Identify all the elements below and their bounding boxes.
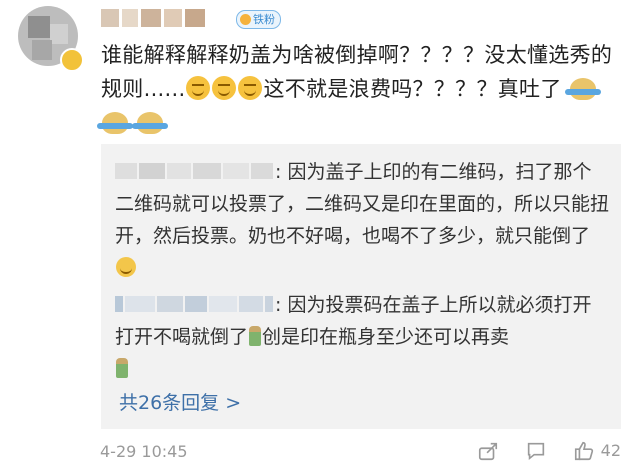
- fan-heart-icon: [240, 14, 251, 25]
- username-blurred[interactable]: [101, 9, 231, 27]
- laugh-emoji-icon: [116, 257, 136, 277]
- reply-text: 创是印在瓶身至少还可以再卖: [262, 326, 510, 348]
- shrug-emoji-icon: [564, 78, 601, 100]
- like-icon[interactable]: [573, 440, 595, 462]
- timestamp: 4-29 10:45: [100, 442, 188, 461]
- share-icon[interactable]: [477, 440, 499, 462]
- shrug-emoji-icon: [97, 112, 133, 134]
- like-count: 42: [600, 441, 621, 460]
- comment-text: 谁能解释解释奶盖为啥被倒掉啊？？？？没太懂选秀的规则...... 这不就是浪费吗？…: [97, 38, 621, 140]
- smile-emoji-icon: [238, 76, 263, 100]
- comment-text-part2: 这不就是浪费吗？？？？真吐了: [263, 77, 562, 101]
- smile-emoji-icon: [186, 76, 211, 100]
- bottle-emoji-icon: [249, 326, 262, 346]
- verified-badge-icon: [60, 48, 84, 72]
- reply-username-blurred[interactable]: [115, 294, 275, 316]
- fan-badge[interactable]: 铁粉: [236, 10, 281, 29]
- more-replies-link[interactable]: 共26条回复 >: [119, 389, 241, 417]
- fan-badge-label: 铁粉: [253, 13, 275, 26]
- action-bar: 42: [451, 440, 621, 462]
- reply-item[interactable]: : 因为投票码在盖子上所以就必须打开 打开不喝就倒了 创是印在瓶身至少还可以再卖: [115, 289, 610, 385]
- replies-panel: : 因为盖子上印的有二维码，扫了那个二维码就可以投票了，二维码又是印在里面的，所…: [101, 144, 621, 429]
- reply-item[interactable]: : 因为盖子上印的有二维码，扫了那个二维码就可以投票了，二维码又是印在里面的，所…: [115, 156, 610, 284]
- bottle-emoji-icon: [116, 358, 128, 378]
- reply-separator: :: [275, 161, 282, 183]
- comment-icon[interactable]: [525, 440, 547, 462]
- shrug-emoji-icon: [131, 112, 168, 134]
- reply-separator: :: [275, 294, 282, 316]
- smile-emoji-icon: [212, 76, 237, 100]
- reply-username-blurred[interactable]: [115, 161, 275, 183]
- comment-card: 铁粉 谁能解释解释奶盖为啥被倒掉啊？？？？没太懂选秀的规则...... 这不就是浪…: [0, 0, 641, 472]
